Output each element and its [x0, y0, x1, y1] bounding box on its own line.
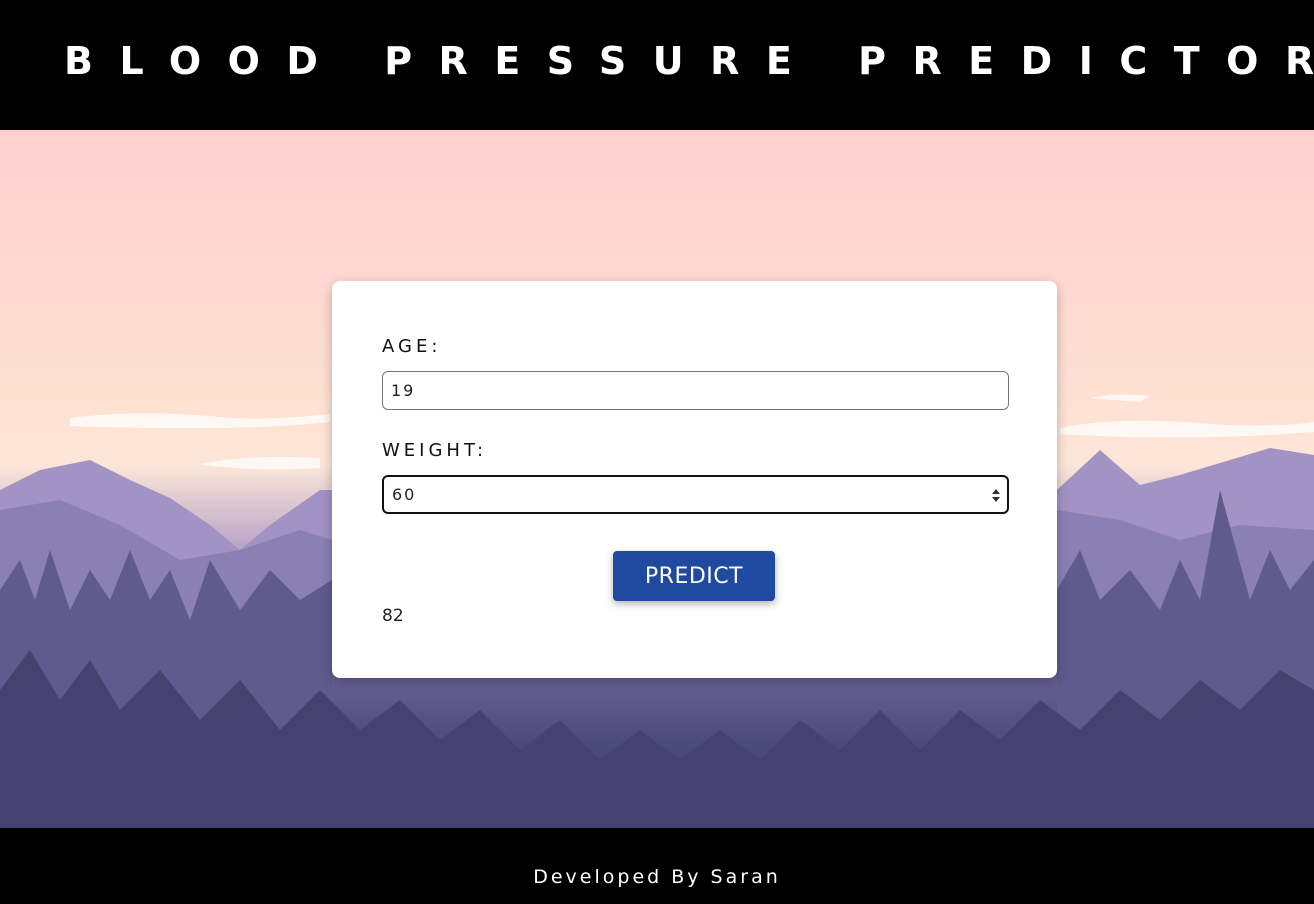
age-input[interactable]: 19: [382, 371, 1009, 410]
page-title: BLOOD PRESSURE PREDICTOR: [64, 39, 1314, 83]
predictor-form-card: AGE: 19 WEIGHT: 60 PREDICT 82: [332, 281, 1057, 678]
header-bar: BLOOD PRESSURE PREDICTOR: [0, 0, 1314, 130]
footer-credit: Developed By Saran: [533, 866, 781, 888]
spinner-down-icon[interactable]: [992, 496, 1000, 502]
weight-input[interactable]: 60: [382, 475, 1009, 514]
number-spinner-icon[interactable]: [989, 484, 1003, 506]
age-input-value: 19: [391, 381, 416, 400]
spinner-up-icon[interactable]: [992, 488, 1000, 494]
prediction-result: 82: [382, 606, 404, 626]
weight-input-value: 60: [392, 485, 417, 504]
predict-button[interactable]: PREDICT: [613, 551, 775, 601]
age-label: AGE:: [382, 336, 442, 357]
weight-label: WEIGHT:: [382, 440, 488, 461]
footer-bar: Developed By Saran: [0, 828, 1314, 904]
